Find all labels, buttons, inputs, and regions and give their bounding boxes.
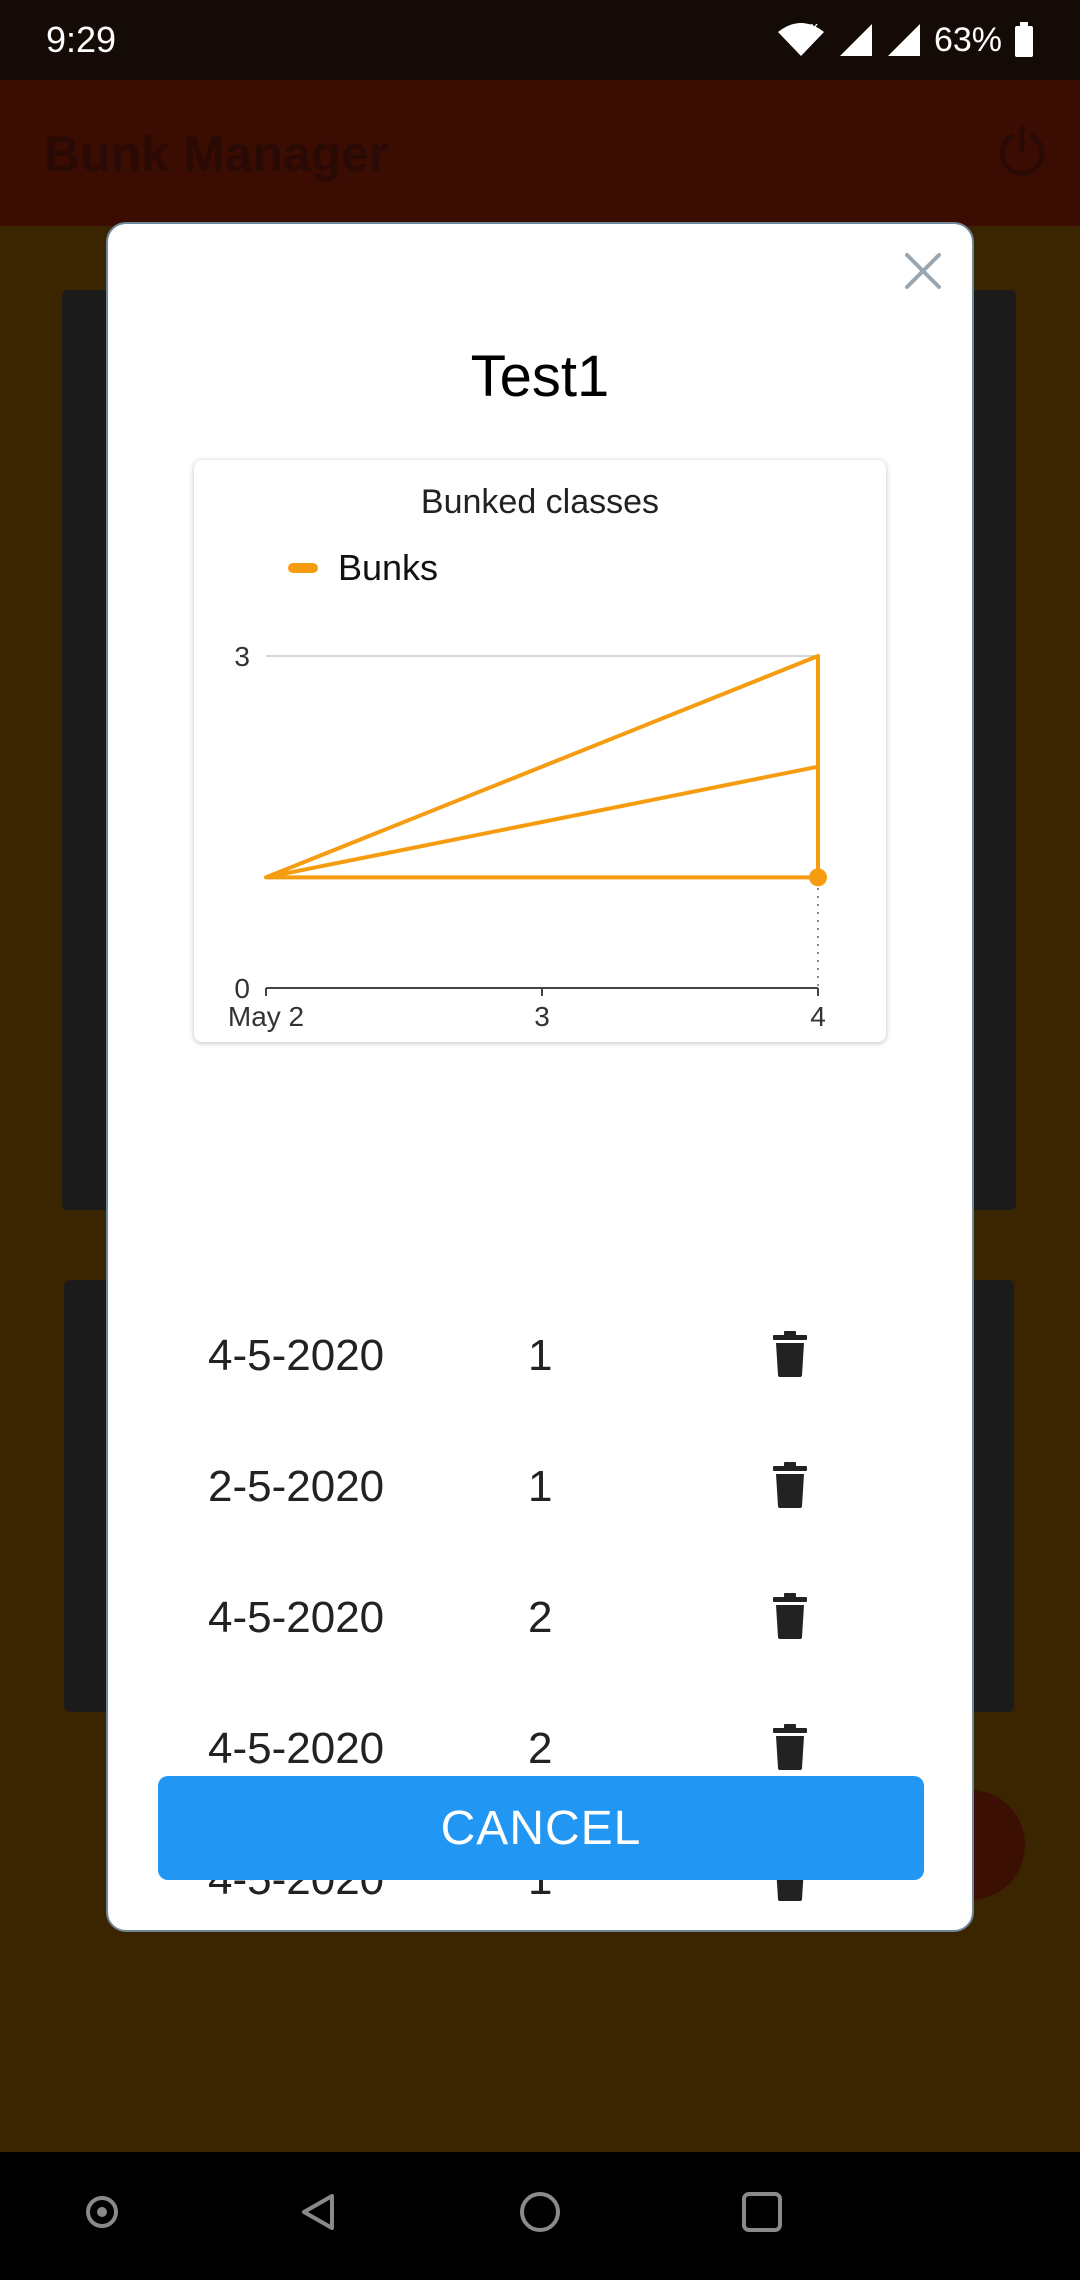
highlighted-point: [809, 868, 827, 887]
series-line-bunks: [264, 654, 820, 880]
dialog-title: Test1: [470, 344, 610, 409]
status-time: 9:29: [46, 19, 117, 60]
delete-entry-button[interactable]: [760, 1455, 820, 1515]
y-tick-label: 0: [234, 973, 250, 1004]
trash-icon: [773, 1593, 807, 1639]
power-icon[interactable]: [994, 122, 1050, 178]
bunks-chart: Bunked classes Bunks 0 3 May 234: [194, 460, 886, 1042]
trash-icon: [773, 1724, 807, 1770]
chart-plot: 0 3 May 2 3 4: [228, 641, 827, 1032]
entry-count: 2: [528, 1593, 553, 1642]
home-icon[interactable]: [518, 2190, 562, 2234]
x-tick-label: 3: [534, 1001, 550, 1032]
signal-icon: [839, 24, 872, 56]
back-icon[interactable]: [296, 2190, 340, 2234]
cancel-button[interactable]: CANCEL: [158, 1776, 924, 1880]
svg-text:x: x: [810, 22, 818, 36]
trash-icon: [773, 1331, 807, 1377]
close-icon: [905, 253, 941, 289]
entry-date: 4-5-2020: [208, 1331, 385, 1380]
signal-icon: [887, 24, 920, 56]
app-title: Bunk Manager: [44, 126, 389, 182]
delete-entry-button[interactable]: [760, 1324, 820, 1384]
recents-icon[interactable]: [740, 2190, 784, 2234]
x-tick-label: 4: [810, 1001, 826, 1032]
entry-count: 2: [528, 1724, 553, 1773]
entry-count: 1: [528, 1331, 553, 1380]
assistant-icon[interactable]: [80, 2190, 124, 2234]
delete-entry-button[interactable]: [760, 1717, 820, 1777]
entry-date: 2-5-2020: [208, 1462, 385, 1511]
delete-entry-button[interactable]: [760, 1586, 820, 1646]
wifi-icon: x: [777, 22, 824, 56]
x-tick-label: May 2: [228, 1001, 304, 1032]
list-item: 2-5-2020 1: [108, 1425, 972, 1555]
status-bar: 9:29 x 63%: [0, 0, 1080, 80]
list-item: 4-5-2020 1: [108, 1294, 972, 1424]
entry-count: 1: [528, 1462, 553, 1511]
entry-date: 4-5-2020: [208, 1724, 385, 1773]
entry-date: 4-5-2020: [208, 1593, 385, 1642]
close-button[interactable]: [900, 248, 946, 294]
navigation-bar: [0, 2152, 1080, 2280]
status-icons: x 63%: [776, 18, 1034, 62]
bunk-history-dialog: Test1 Bunked classes Bunks 0 3 May 234 4-5…: [106, 222, 974, 1932]
app-bar: Bunk Manager: [0, 80, 1080, 226]
battery-icon: [1015, 22, 1033, 57]
trash-icon: [773, 1462, 807, 1508]
list-item: 4-5-2020 2: [108, 1556, 972, 1686]
y-tick-label: 3: [234, 641, 250, 672]
battery-percent: 63%: [933, 20, 1002, 59]
